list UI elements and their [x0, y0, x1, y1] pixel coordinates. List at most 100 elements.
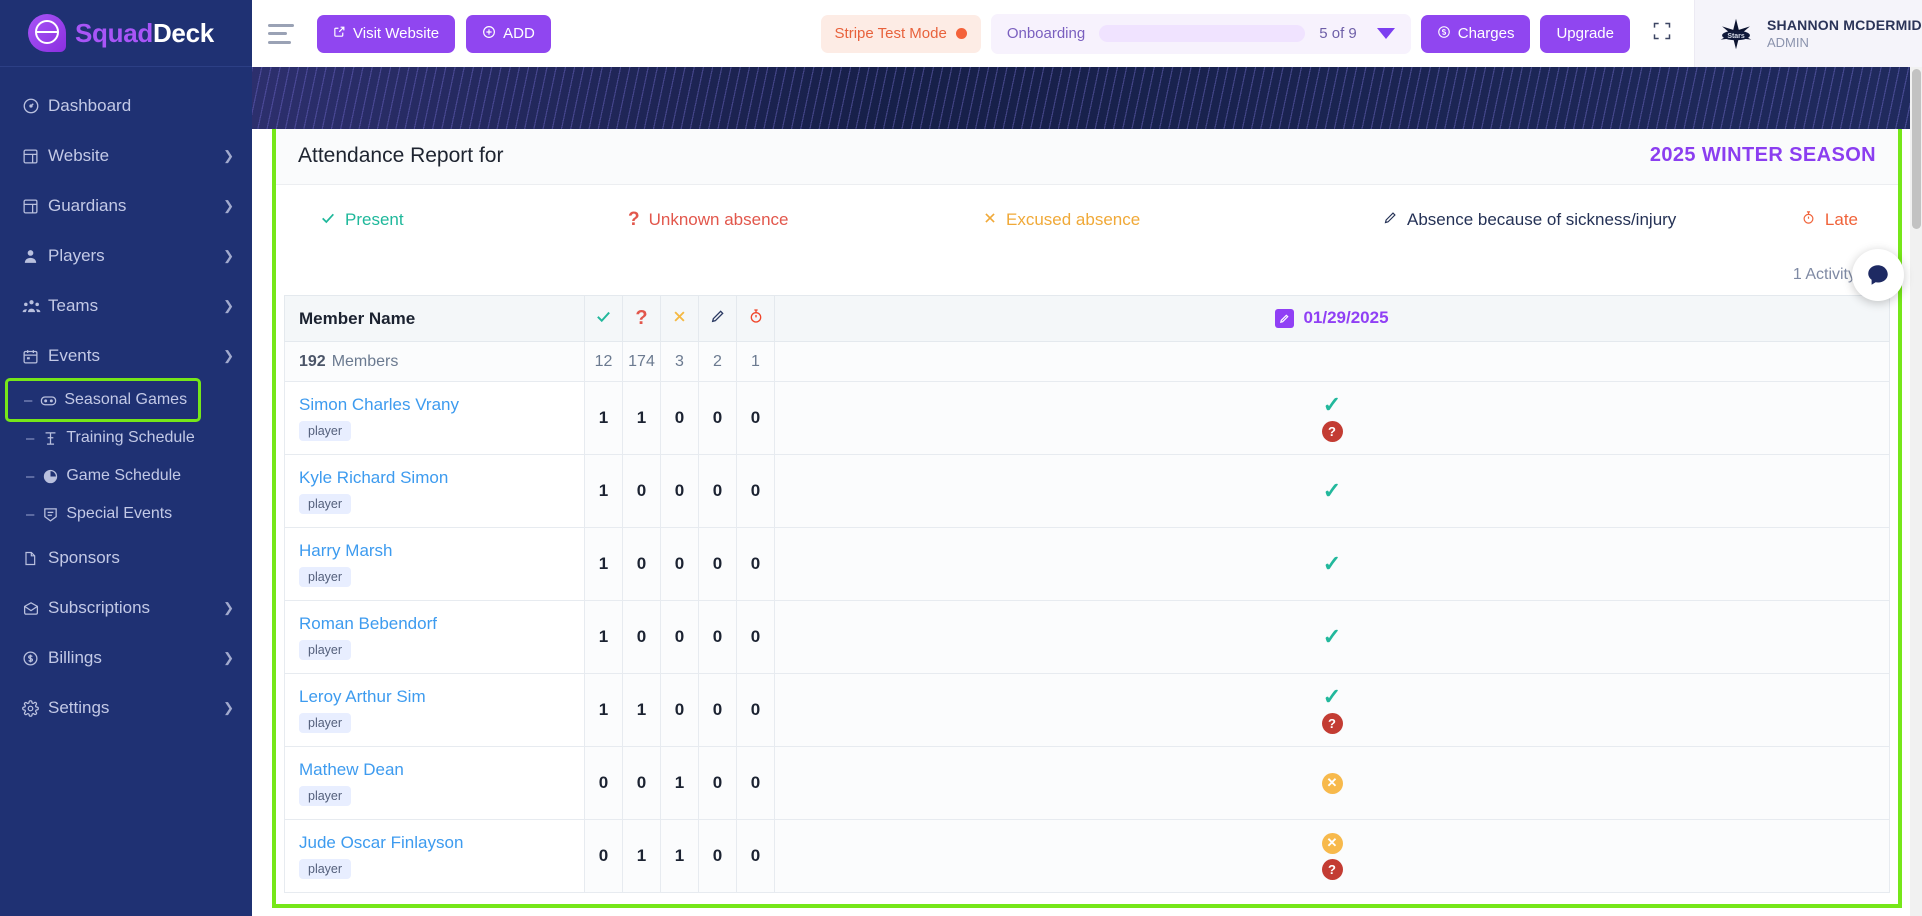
table-header-row: Member Name ? 01/29/2025 [284, 295, 1890, 342]
dash-marker: – [24, 391, 33, 409]
mark-excused-absence-icon[interactable]: ✕ [1321, 772, 1343, 794]
member-name-link[interactable]: Simon Charles Vrany [299, 395, 584, 415]
count-cell: 0 [698, 819, 737, 893]
column-header-late[interactable] [736, 295, 775, 342]
fullscreen-icon[interactable] [1652, 21, 1672, 46]
sidebar-item-sponsors[interactable]: Sponsors [0, 533, 252, 583]
count-cell: 0 [660, 673, 699, 747]
upgrade-label: Upgrade [1556, 25, 1614, 42]
legend-item-late: Late [1801, 210, 1858, 230]
column-header-present[interactable] [584, 295, 623, 342]
member-name-link[interactable]: Jude Oscar Finlayson [299, 833, 584, 853]
legend-item-sickness-absence: Absence because of sickness/injury [1383, 210, 1801, 230]
sidebar-item-dashboard[interactable]: Dashboard [0, 81, 252, 131]
column-header-date[interactable]: 01/29/2025 [774, 295, 1890, 342]
stripe-test-mode-badge[interactable]: Stripe Test Mode [820, 14, 981, 53]
sidebar-item-events[interactable]: Events ❯ [0, 331, 252, 381]
sidebar-item-website[interactable]: Website ❯ [0, 131, 252, 181]
member-name-link[interactable]: Leroy Arthur Sim [299, 687, 584, 707]
legend-label: Excused absence [1006, 210, 1141, 229]
column-header-sickness[interactable] [698, 295, 737, 342]
dash-marker: – [26, 467, 35, 485]
sidebar-item-label: Teams [48, 296, 99, 315]
sidebar-item-seasonal-games[interactable]: – Seasonal Games [5, 378, 201, 422]
hamburger-icon[interactable] [268, 23, 294, 44]
mark-present-icon[interactable]: ✓ [1323, 394, 1341, 416]
edit-square-icon [1275, 308, 1295, 328]
dash-marker: – [26, 429, 35, 447]
table-body: 192 Members 12 174 3 2 1 Simon Charles Vrany pla… [284, 341, 1890, 893]
member-role-badge: player [299, 494, 352, 514]
member-name-link[interactable]: Mathew Dean [299, 760, 584, 780]
mark-unknown-absence-icon[interactable]: ? [1321, 713, 1343, 734]
member-name-link[interactable]: Roman Bebendorf [299, 614, 584, 634]
member-cell: Kyle Richard Simon player [284, 454, 585, 528]
sidebar-item-guardians[interactable]: Guardians ❯ [0, 181, 252, 231]
count-cell: 1 [584, 527, 623, 601]
column-header-unknown[interactable]: ? [622, 295, 661, 342]
chevron-right-icon: ❯ [223, 198, 234, 213]
sidebar-item-label: Dashboard [48, 96, 132, 115]
sidebar-item-teams[interactable]: Teams ❯ [0, 281, 252, 331]
sidebar-item-players[interactable]: Players ❯ [0, 231, 252, 281]
onboarding-widget[interactable]: Onboarding 5 of 9 [990, 13, 1411, 54]
pencil-icon [1383, 210, 1398, 230]
chevron-down-icon[interactable] [1376, 28, 1395, 39]
mark-present-icon[interactable]: ✓ [1323, 480, 1341, 502]
sidebar-item-training-schedule[interactable]: – Training Schedule [0, 419, 252, 457]
member-role-badge: player [299, 421, 352, 441]
sidebar-item-label: Events [48, 346, 100, 365]
date-column-label: 01/29/2025 [1303, 308, 1389, 328]
sidebar-subitem-label: Game Schedule [66, 467, 182, 484]
brand-logo[interactable]: SquadDeck [0, 0, 252, 67]
attendance-mark-cell[interactable]: ✕ [774, 746, 1890, 820]
mark-present-icon[interactable]: ✓ [1323, 686, 1341, 708]
sidebar-subitem-label: Training Schedule [66, 429, 195, 446]
column-header-member-name[interactable]: Member Name [284, 295, 585, 342]
count-cell: 1 [622, 673, 661, 747]
charges-button[interactable]: Charges [1420, 14, 1531, 53]
user-profile[interactable]: Stars SHANNON MCDERMID ADMIN [1694, 0, 1922, 67]
column-header-excused[interactable] [660, 295, 699, 342]
count-cell: 0 [660, 381, 699, 455]
member-name-link[interactable]: Kyle Richard Simon [299, 468, 584, 488]
attendance-mark-cell[interactable]: ✓ [774, 527, 1890, 601]
legend-label: Absence because of sickness/injury [1407, 210, 1677, 229]
sidebar-item-game-schedule[interactable]: – Game Schedule [0, 457, 252, 495]
attendance-mark-cell[interactable]: ✓ [774, 600, 1890, 674]
sidebar-item-special-events[interactable]: – Special Events [0, 495, 252, 533]
sidebar-item-subscriptions[interactable]: Subscriptions ❯ [0, 583, 252, 633]
mark-present-icon[interactable]: ✓ [1323, 626, 1341, 648]
summary-date-cell [774, 341, 1890, 382]
chat-bubble-icon[interactable] [1852, 249, 1904, 301]
summary-value: 1 [736, 341, 775, 382]
attendance-mark-cell[interactable]: ✓? [774, 381, 1890, 455]
attendance-mark-cell[interactable]: ✕? [774, 819, 1890, 893]
mark-present-icon[interactable]: ✓ [1323, 553, 1341, 575]
envelope-icon [22, 600, 48, 617]
squaddeck-logo-icon [28, 14, 66, 52]
sidebar-item-settings[interactable]: Settings ❯ [0, 683, 252, 733]
chevron-right-icon: ❯ [223, 348, 234, 363]
table-row: Mathew Dean player 0 0 1 0 0 ✕ [284, 746, 1890, 820]
upgrade-button[interactable]: Upgrade [1540, 14, 1630, 53]
attendance-mark-cell[interactable]: ✓ [774, 454, 1890, 528]
onboarding-progress-bar [1099, 25, 1306, 42]
table-summary-row: 192 Members 12 174 3 2 1 [284, 341, 1890, 382]
people-icon [22, 298, 48, 315]
mark-unknown-absence-icon[interactable]: ? [1321, 858, 1343, 880]
mark-unknown-absence-icon[interactable]: ? [1321, 421, 1343, 442]
mark-excused-absence-icon[interactable]: ✕ [1321, 832, 1343, 854]
summary-member-count: 192 Members [284, 341, 585, 382]
document-icon [22, 550, 48, 567]
attendance-report-card: Attendance Report for 2025 WINTER SEASON… [272, 129, 1902, 908]
attendance-mark-cell[interactable]: ✓? [774, 673, 1890, 747]
add-button[interactable]: ADD [466, 14, 551, 53]
table-head: Member Name ? 01/29/2025 [284, 295, 1890, 342]
visit-website-button[interactable]: Visit Website [317, 14, 456, 53]
page-scrollbar[interactable] [1910, 67, 1922, 916]
sidebar-item-billings[interactable]: Billings ❯ [0, 633, 252, 683]
member-name-link[interactable]: Harry Marsh [299, 541, 584, 561]
legend-label: Unknown absence [648, 210, 789, 229]
scrollbar-thumb[interactable] [1912, 69, 1921, 229]
